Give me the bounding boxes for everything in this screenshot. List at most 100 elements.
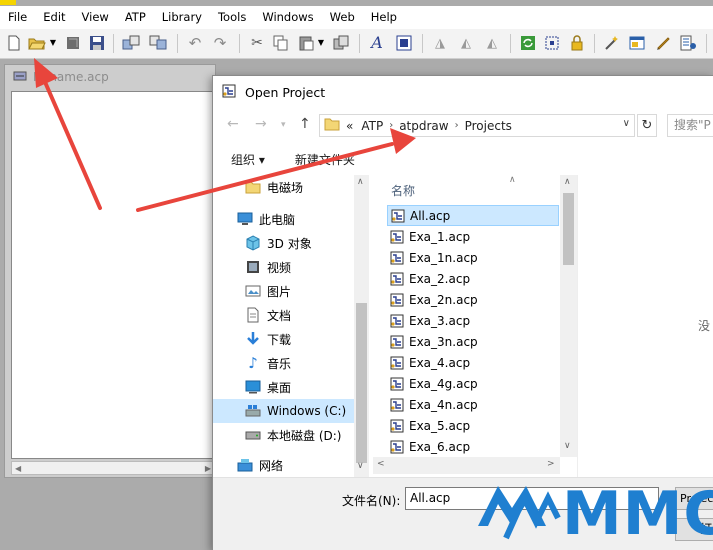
open-dropdown-icon[interactable]: ▼ <box>48 34 58 52</box>
nav-item-emfield[interactable]: 电磁场 <box>213 175 354 199</box>
open-folder-icon[interactable] <box>28 34 46 52</box>
nav-item-pictures[interactable]: 图片 <box>213 279 354 303</box>
menu-atp[interactable]: ATP <box>117 6 154 29</box>
history-dropdown-icon[interactable]: ▾ <box>281 120 286 130</box>
nav-item-this-pc[interactable]: 此电脑 <box>213 207 354 231</box>
menu-web[interactable]: Web <box>322 6 363 29</box>
nav-item-network[interactable]: 网络 <box>213 453 354 477</box>
organize-button[interactable]: 组织 ▾ <box>231 151 265 168</box>
nav-item-windows-c[interactable]: Windows (C:) <box>213 399 354 423</box>
refresh-icon[interactable] <box>519 34 537 52</box>
new-folder-button[interactable]: 新建文件夹 <box>295 151 355 168</box>
scroll-left-icon[interactable]: ◀ <box>15 464 21 473</box>
breadcrumb-atpdraw[interactable]: atpdraw <box>399 119 448 133</box>
chevron-up-icon[interactable]: ∧ <box>357 177 364 187</box>
chevron-down-icon[interactable]: ∨ <box>564 441 571 451</box>
scroll-right-icon[interactable]: ▶ <box>205 464 211 473</box>
search-input[interactable]: 搜索"P <box>667 114 713 137</box>
window-icon[interactable] <box>628 34 646 52</box>
nav-item-3d-objects[interactable]: 3D 对象 <box>213 231 354 255</box>
breadcrumb-projects[interactable]: Projects <box>465 119 512 133</box>
address-bar[interactable]: « ATP › atpdraw › Projects ∨ <box>319 114 635 137</box>
nav-scroll-thumb[interactable] <box>356 303 367 463</box>
file-row[interactable]: Exa_5.acp <box>387 415 559 436</box>
chevron-right-icon: › <box>389 120 394 131</box>
nav-item-local-disk-d[interactable]: 本地磁盘 (D:) <box>213 423 354 447</box>
column-header-name[interactable]: 名称 <box>391 182 415 199</box>
nav-item-videos[interactable]: 视频 <box>213 255 354 279</box>
file-name: Exa_5.acp <box>409 418 471 433</box>
file-row[interactable]: Exa_3n.acp <box>387 331 559 352</box>
duplicate-icon[interactable] <box>332 34 350 52</box>
preview-message: 没 <box>698 319 711 333</box>
undo-icon[interactable]: ↶ <box>186 34 204 52</box>
file-scroll-thumb[interactable] <box>563 193 574 265</box>
file-row[interactable]: Exa_6.acp <box>387 436 559 457</box>
chevron-right-icon[interactable]: > <box>547 459 555 469</box>
menu-file[interactable]: File <box>0 6 35 29</box>
menu-view[interactable]: View <box>74 6 117 29</box>
text-tool-icon[interactable]: A <box>368 34 386 52</box>
copy-icon[interactable] <box>272 34 290 52</box>
forward-arrow-icon[interactable]: → <box>255 116 267 132</box>
breadcrumb-atp[interactable]: ATP <box>361 119 383 133</box>
file-list-scrollbar[interactable]: ∧ ∨ <box>560 175 577 457</box>
child-titlebar[interactable]: Noname.acp <box>5 65 215 89</box>
file-row[interactable]: Exa_2n.acp <box>387 289 559 310</box>
align-right-icon[interactable]: ◭ <box>483 34 501 52</box>
cut-icon[interactable]: ✂ <box>248 34 266 52</box>
nav-item-documents[interactable]: 文档 <box>213 303 354 327</box>
up-arrow-icon[interactable]: ↑ <box>299 116 311 132</box>
menu-tools[interactable]: Tools <box>210 6 254 29</box>
chevron-up-icon[interactable]: ∧ <box>564 177 571 187</box>
file-row[interactable]: All.acp <box>387 205 559 226</box>
child-horizontal-scrollbar[interactable]: ◀ ▶ <box>11 461 215 475</box>
circuit-canvas[interactable] <box>11 91 215 459</box>
refresh-icon[interactable]: ↻ <box>637 114 657 137</box>
menu-library[interactable]: Library <box>154 6 210 29</box>
file-row[interactable]: Exa_4n.acp <box>387 394 559 415</box>
export-icon[interactable] <box>149 34 167 52</box>
menu-edit[interactable]: Edit <box>35 6 73 29</box>
file-row[interactable]: Exa_1n.acp <box>387 247 559 268</box>
save-icon[interactable] <box>88 34 106 52</box>
chevron-down-icon[interactable]: ∨ <box>623 118 630 129</box>
menu-bar: File Edit View ATP Library Tools Windows… <box>0 6 713 29</box>
paste-dropdown-icon[interactable]: ▼ <box>316 34 326 52</box>
chevron-down-icon[interactable]: ∨ <box>357 461 364 471</box>
file-name: Exa_4g.acp <box>409 376 478 391</box>
acp-file-icon <box>389 250 405 266</box>
select-area-icon[interactable] <box>543 34 561 52</box>
import-icon[interactable] <box>122 34 140 52</box>
file-row[interactable]: Exa_2.acp <box>387 268 559 289</box>
file-list-horizontal-scrollbar[interactable]: < > <box>373 457 560 474</box>
nav-item-music[interactable]: ♪ 音乐 <box>213 351 354 375</box>
align-center-icon[interactable]: ◭ <box>457 34 475 52</box>
command-bar: 组织 ▾ 新建文件夹 <box>213 146 713 172</box>
wizard-icon[interactable] <box>603 34 621 52</box>
new-file-icon[interactable] <box>5 34 23 52</box>
breadcrumb-overflow[interactable]: « <box>346 119 353 133</box>
file-row[interactable]: Exa_4g.acp <box>387 373 559 394</box>
file-row[interactable]: Exa_3.acp <box>387 310 559 331</box>
dialog-titlebar[interactable]: Open Project <box>213 76 713 109</box>
pen-icon[interactable] <box>654 34 672 52</box>
label-tool-icon[interactable] <box>395 34 413 52</box>
file-row[interactable]: Exa_4.acp <box>387 352 559 373</box>
lock-icon[interactable] <box>568 34 586 52</box>
nav-item-desktop[interactable]: 桌面 <box>213 375 354 399</box>
settings-doc-icon[interactable] <box>680 34 698 52</box>
close-file-icon[interactable] <box>64 34 82 52</box>
menu-windows[interactable]: Windows <box>254 6 321 29</box>
nav-pane-scrollbar[interactable]: ∧ ∨ <box>354 175 369 477</box>
computer-icon <box>237 211 253 227</box>
back-arrow-icon[interactable]: ← <box>227 116 239 132</box>
redo-icon[interactable]: ↷ <box>211 34 229 52</box>
paste-icon[interactable] <box>297 34 315 52</box>
nav-item-label: 网络 <box>259 458 284 473</box>
file-row[interactable]: Exa_1.acp <box>387 226 559 247</box>
menu-help[interactable]: Help <box>363 6 405 29</box>
nav-item-downloads[interactable]: 下载 <box>213 327 354 351</box>
chevron-left-icon[interactable]: < <box>377 459 385 469</box>
align-left-icon[interactable]: ◮ <box>431 34 449 52</box>
